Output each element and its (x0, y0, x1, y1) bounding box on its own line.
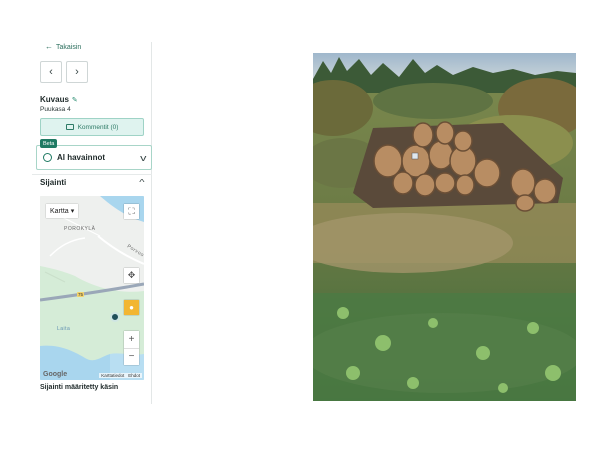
water-label: Laita (57, 326, 71, 332)
details-panel: ← Takaisin ‹ › Kuvaus ✎ Puukasa 4 Kommen… (32, 42, 152, 404)
ai-observations-toggle[interactable]: AI havainnot v (36, 145, 152, 170)
place-label: POROKYLÄ (64, 226, 96, 232)
observation-photo[interactable] (313, 53, 576, 401)
fullscreen-icon: ⛶ (128, 206, 135, 216)
move-icon: ✥ (127, 270, 136, 280)
description-title: Kuvaus (40, 95, 69, 104)
google-logo: Google (43, 371, 68, 378)
location-header[interactable]: Sijainti ^ (40, 178, 145, 187)
chevron-right-icon: › (75, 66, 79, 78)
location-note: Sijainti määritetty käsin (40, 384, 119, 391)
zoom-in-button[interactable]: + (124, 331, 139, 348)
comment-icon (65, 124, 74, 130)
beta-badge: Beta (40, 139, 58, 148)
road-number: 75 (77, 292, 85, 297)
pan-control[interactable]: ✥ (124, 268, 139, 283)
location-pin[interactable] (110, 312, 120, 322)
zoom-out-button[interactable]: − (124, 349, 139, 366)
back-link-label: Takaisin (56, 43, 82, 51)
description-heading: Kuvaus ✎ (40, 95, 78, 104)
location-map[interactable]: Kartta ▾ ⛶ ✥ ● + − POROKYLÄ Porvoo Laita… (40, 196, 144, 380)
map-type-label: Kartta (50, 207, 69, 215)
pegman-icon: ● (129, 303, 134, 312)
next-button[interactable]: › (66, 61, 88, 83)
edit-icon[interactable]: ✎ (72, 96, 78, 104)
comments-button[interactable]: Kommentit (0) (40, 118, 144, 136)
zoom-controls: + − (124, 331, 139, 365)
street-view-button[interactable]: ● (124, 300, 139, 315)
chevron-up-icon: ^ (139, 178, 145, 187)
map-attribution: Karttatiedot Ehdot (99, 373, 142, 378)
back-link[interactable]: ← Takaisin (45, 42, 81, 52)
ai-icon (43, 153, 52, 162)
arrow-left-icon: ← (45, 42, 53, 51)
comments-label: Kommentit (0) (77, 123, 119, 131)
fullscreen-button[interactable]: ⛶ (124, 204, 139, 219)
woodpile-image (313, 53, 576, 401)
previous-button[interactable]: ‹ (40, 61, 62, 83)
section-divider (32, 174, 152, 175)
app: ← Takaisin ‹ › Kuvaus ✎ Puukasa 4 Kommen… (0, 0, 600, 450)
data-link[interactable]: Karttatiedot (101, 373, 124, 378)
chevron-left-icon: ‹ (49, 66, 53, 78)
terms-link[interactable]: Ehdot (128, 373, 140, 378)
description-value: Puukasa 4 (40, 106, 71, 113)
chevron-down-icon: v (139, 152, 146, 163)
ai-observations-label: AI havainnot (57, 153, 106, 162)
map-type-selector[interactable]: Kartta ▾ (46, 204, 79, 218)
caret-down-icon: ▾ (70, 208, 75, 215)
location-title: Sijainti (40, 178, 67, 187)
